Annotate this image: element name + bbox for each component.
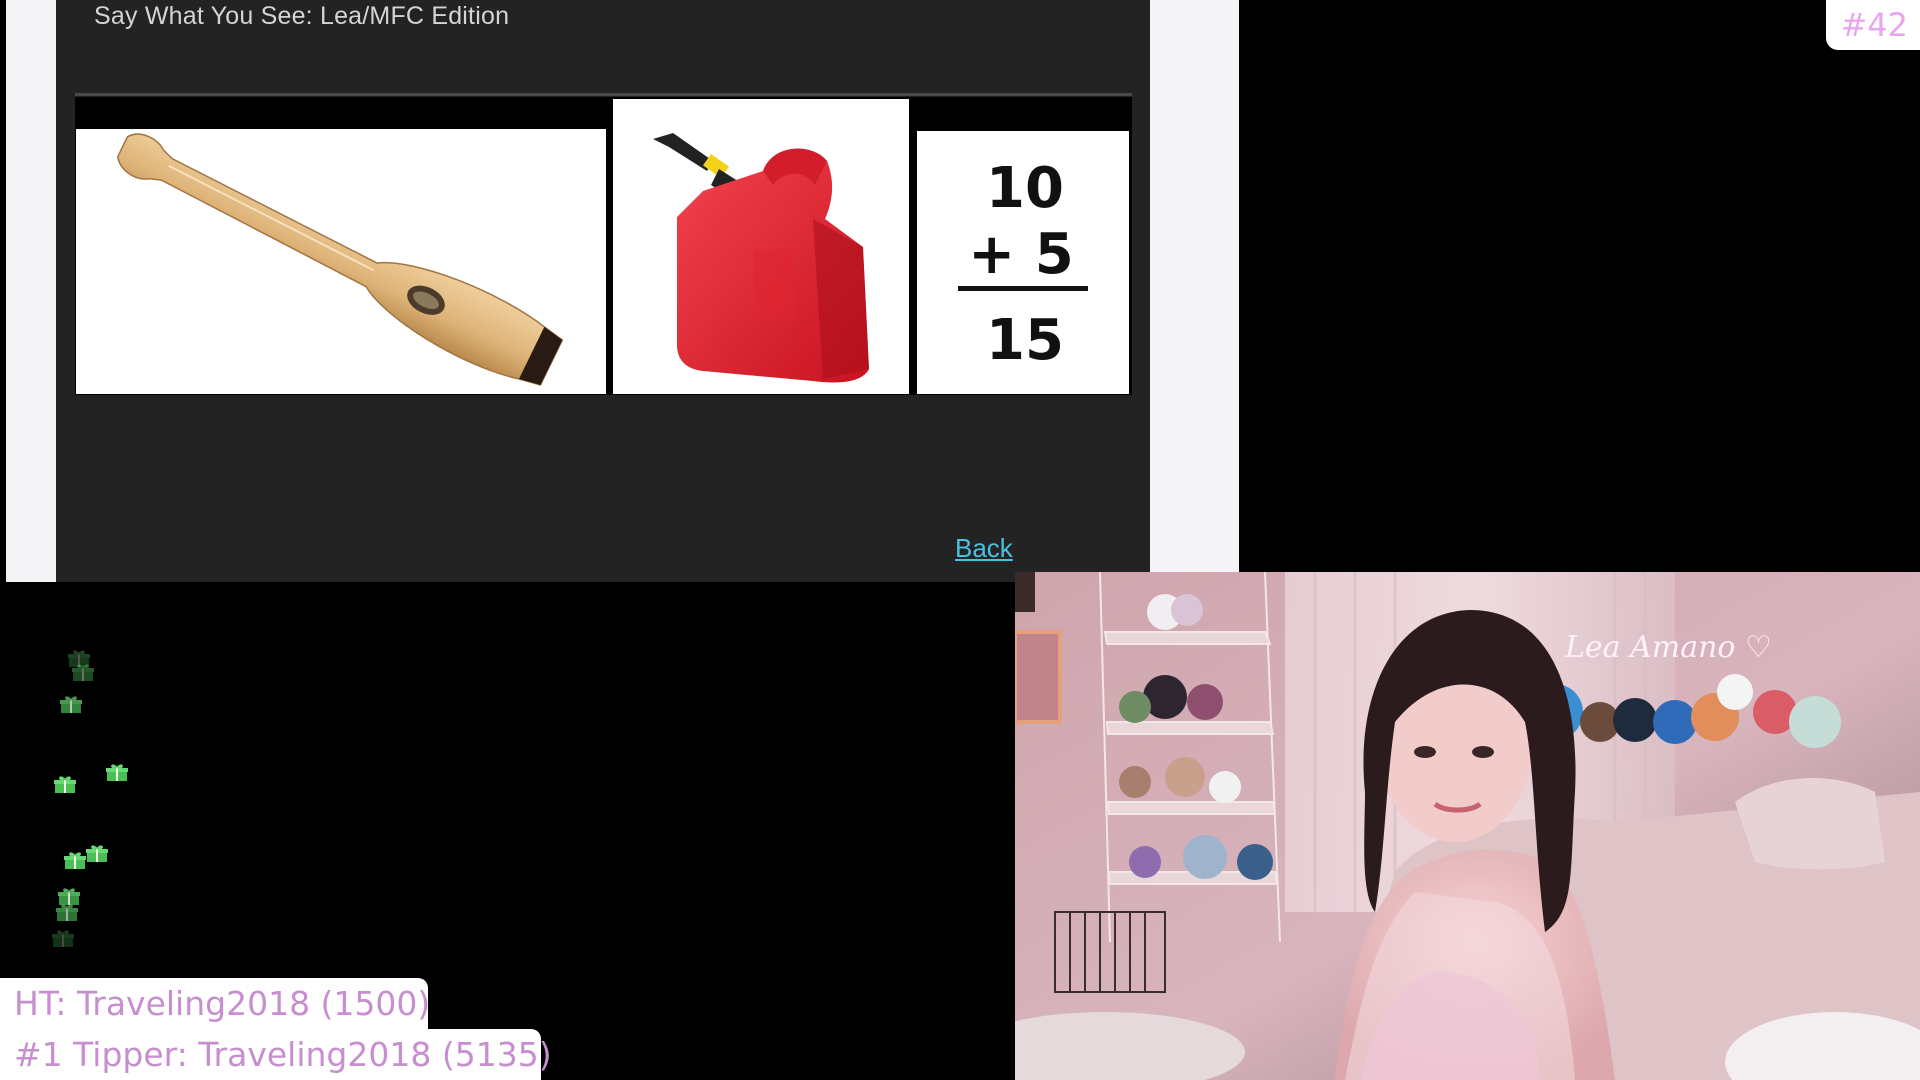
math-sum-image: 10 + 5 15 [917, 131, 1129, 394]
gift-icon [56, 904, 78, 921]
browser-window: Say What You See: Lea/MFC Edition 10 + 5… [6, 0, 1239, 582]
gift-icon [52, 930, 74, 947]
puzzle-image-strip: 10 + 5 15 [75, 97, 1132, 395]
neon-signature: Lea Amano ♡ [1564, 630, 1772, 665]
back-link[interactable]: Back [955, 533, 1013, 564]
math-result: 15 [986, 308, 1064, 373]
gift-icon [86, 845, 108, 862]
game-title: Say What You See: Lea/MFC Edition [94, 2, 510, 30]
gift-icon [106, 764, 128, 781]
gas-can-image [613, 99, 909, 394]
game-panel: Say What You See: Lea/MFC Edition 10 + 5… [56, 0, 1150, 582]
paddle-image [76, 129, 606, 394]
goal-counter-badge: #42 [1826, 0, 1920, 50]
gift-icons-area [0, 640, 150, 960]
top-tipper-label: #1 Tipper: Traveling2018 (5135) [0, 1029, 552, 1080]
gift-icon [60, 696, 82, 713]
gift-icon [54, 776, 76, 793]
webcam-feed: Lea Amano ♡ [1015, 572, 1920, 1080]
math-sum-line [958, 286, 1088, 291]
gift-icon [64, 852, 86, 869]
math-addend: + 5 [968, 222, 1074, 287]
math-top-number: 10 [986, 156, 1064, 221]
divider [75, 93, 1132, 96]
gift-icon [72, 664, 94, 681]
high-tip-label: HT: Traveling2018 (1500) [0, 978, 430, 1029]
goal-counter: #42 [1840, 6, 1908, 44]
